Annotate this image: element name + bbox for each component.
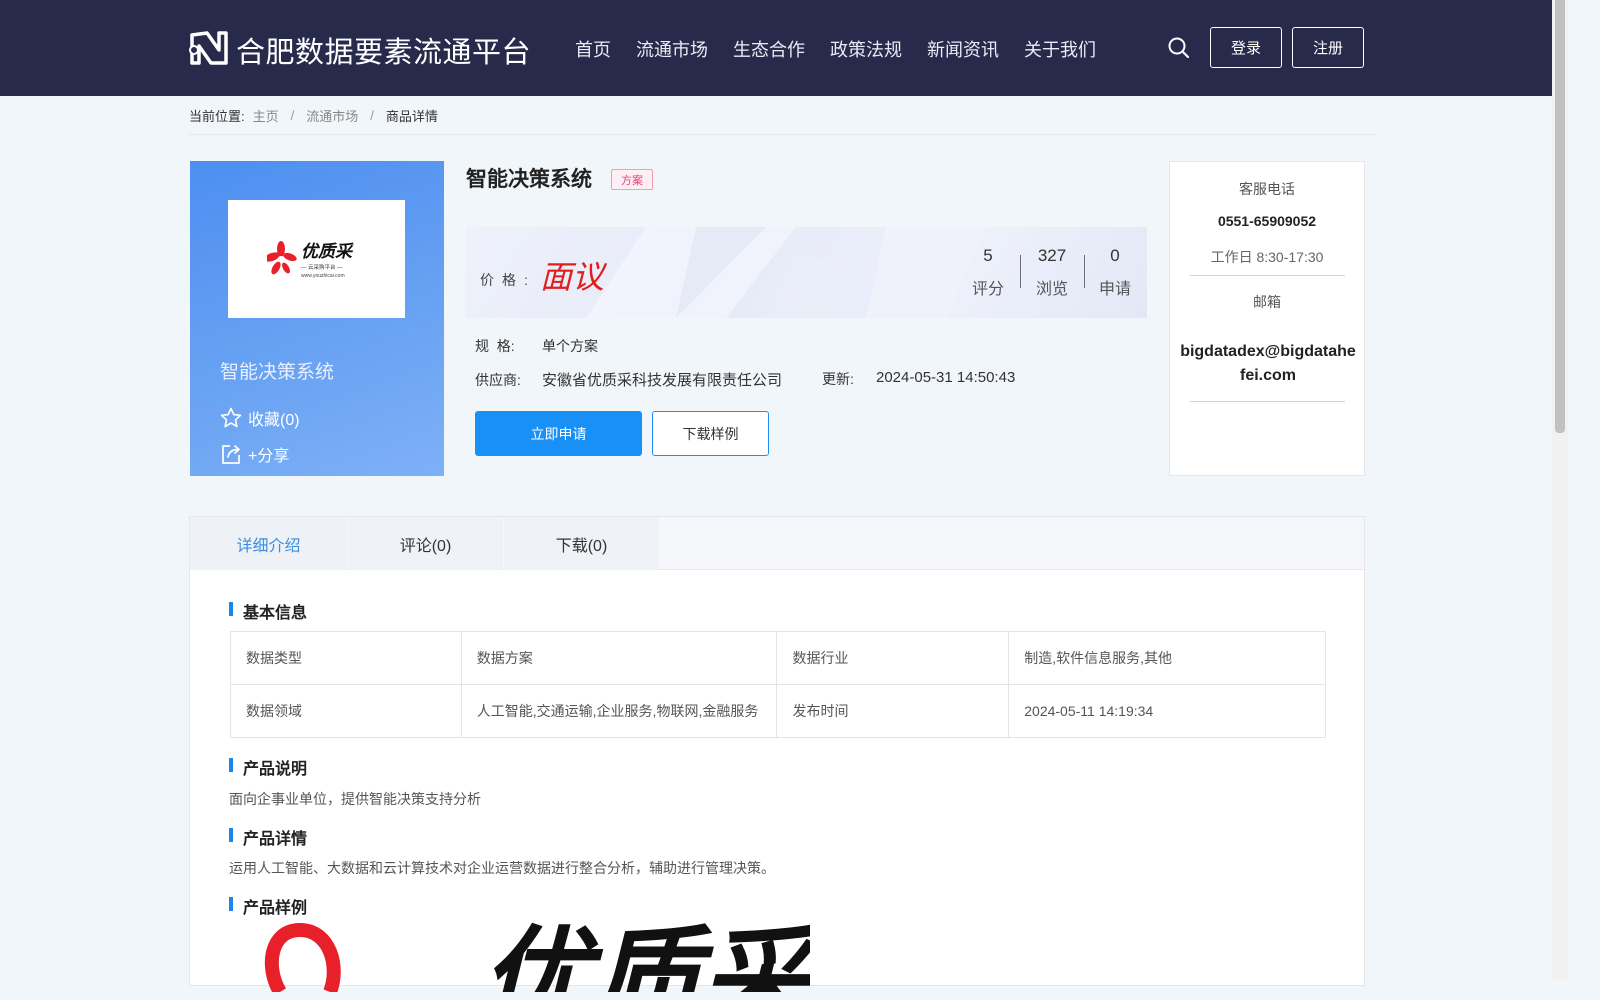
breadcrumb: 当前位置: 主页 / 流通市场 / 商品详情 bbox=[189, 106, 438, 125]
nav-ecosystem[interactable]: 生态合作 bbox=[733, 36, 805, 62]
breadcrumb-market[interactable]: 流通市场 bbox=[306, 106, 358, 125]
share-label: +分享 bbox=[248, 448, 290, 465]
price-value: 面议 bbox=[540, 258, 605, 296]
contact-divider bbox=[1190, 401, 1345, 402]
tab-comments[interactable]: 评论(0) bbox=[348, 517, 503, 570]
section-title-basic-info: 基本信息 bbox=[229, 599, 307, 623]
table-cell: 数据行业 bbox=[776, 631, 1010, 685]
sample-logo-icon: 优质采 bbox=[264, 922, 810, 992]
detail-tabs: 详细介绍 评论(0) 下载(0) bbox=[190, 517, 1364, 570]
supplier-label: 供应商: bbox=[475, 372, 521, 388]
page-scrollbar[interactable] bbox=[1552, 0, 1568, 980]
table-cell: 发布时间 bbox=[776, 684, 1010, 738]
details-text: 运用人工智能、大数据和云计算技术对企业运营数据进行整合分析，辅助进行管理决策。 bbox=[229, 860, 775, 876]
email-address: bigdatadex@bigdatahefei.com bbox=[1180, 343, 1356, 384]
product-card: 优质采 — 云采购平台 — www.youzhicai.com 智能决策系统 收… bbox=[190, 161, 444, 476]
breadcrumb-separator: / bbox=[370, 108, 374, 123]
product-type-badge: 方案 bbox=[611, 169, 653, 190]
spec-label: 规 格: bbox=[475, 338, 515, 354]
supplier-row: 供应商: 安徽省优质采科技发展有限责任公司 bbox=[475, 369, 782, 390]
scrollbar-thumb[interactable] bbox=[1555, 0, 1565, 433]
stat-applications-label: 申请 bbox=[1098, 281, 1131, 298]
email-label: 邮箱 bbox=[1253, 294, 1281, 310]
breadcrumb-label: 当前位置: bbox=[189, 109, 245, 124]
product-logo: 优质采 — 云采购平台 — www.youzhicai.com bbox=[228, 200, 405, 318]
search-icon[interactable] bbox=[1167, 36, 1191, 60]
breadcrumb-current: 商品详情 bbox=[385, 109, 438, 124]
section-title-sample: 产品样例 bbox=[229, 894, 307, 918]
table-cell: 数据方案 bbox=[460, 631, 778, 685]
stat-applications-value: 0 bbox=[1110, 246, 1120, 265]
main-nav: 首页 流通市场 生态合作 政策法规 新闻资讯 关于我们 bbox=[575, 36, 1121, 62]
favorite-button[interactable]: 收藏(0) bbox=[219, 406, 300, 430]
contact-panel: 客服电话 0551-65909052 工作日 8:30-17:30 邮箱 big… bbox=[1169, 161, 1365, 476]
phone-label: 客服电话 bbox=[1239, 181, 1295, 197]
nav-about[interactable]: 关于我们 bbox=[1024, 36, 1096, 62]
table-cell: 数据类型 bbox=[230, 631, 462, 685]
stat-views: 327 浏览 bbox=[1021, 246, 1083, 299]
description-text: 面向企事业单位，提供智能决策支持分析 bbox=[229, 791, 481, 807]
supplier-value[interactable]: 安徽省优质采科技发展有限责任公司 bbox=[542, 372, 782, 389]
table-cell: 2024-05-11 14:19:34 bbox=[1008, 684, 1326, 738]
favorite-label: 收藏(0) bbox=[248, 412, 300, 429]
price-panel: 价格: 面议 5 评分 327 浏览 0 申请 bbox=[466, 227, 1147, 318]
breadcrumb-home[interactable]: 主页 bbox=[253, 106, 279, 125]
star-icon bbox=[220, 407, 242, 428]
stat-rating-label: 评分 bbox=[971, 281, 1004, 298]
section-title-details: 产品详情 bbox=[229, 825, 307, 849]
tab-introduction[interactable]: 详细介绍 bbox=[190, 517, 347, 570]
product-sample-image[interactable]: 优质采 bbox=[250, 922, 810, 992]
stat-views-value: 327 bbox=[1037, 246, 1067, 265]
stat-rating-value: 5 bbox=[983, 246, 993, 265]
apply-now-button[interactable]: 立即申请 bbox=[475, 411, 642, 456]
table-cell: 人工智能,交通运输,企业服务,物联网,金融服务 bbox=[460, 684, 778, 738]
site-logo-icon[interactable] bbox=[189, 29, 229, 67]
vendor-logo-icon: 优质采 — 云采购平台 — www.youzhicai.com bbox=[266, 241, 354, 279]
stat-rating: 5 评分 bbox=[957, 246, 1019, 299]
breadcrumb-divider bbox=[189, 134, 1376, 135]
detail-section: 详细介绍 评论(0) 下载(0) 基本信息 数据类型 数据方案 数据行业 制造,… bbox=[189, 516, 1365, 992]
spec-value: 单个方案 bbox=[542, 338, 598, 354]
nav-policy[interactable]: 政策法规 bbox=[830, 36, 902, 62]
spec-row: 规 格: 单个方案 bbox=[475, 336, 598, 356]
table-row: 数据类型 数据方案 数据行业 制造,软件信息服务,其他 bbox=[230, 631, 1326, 685]
price-label: 价格: bbox=[480, 272, 536, 288]
section-title-description: 产品说明 bbox=[229, 755, 307, 779]
nav-news[interactable]: 新闻资讯 bbox=[927, 36, 999, 62]
basic-info-table: 数据类型 数据方案 数据行业 制造,软件信息服务,其他 数据领域 人工智能,交通… bbox=[230, 631, 1326, 738]
breadcrumb-separator: / bbox=[290, 108, 295, 123]
contact-divider bbox=[1190, 275, 1345, 276]
vendor-logo-brand: 优质采 bbox=[301, 242, 354, 262]
product-title: 智能决策系统 bbox=[466, 168, 592, 191]
product-card-name: 智能决策系统 bbox=[220, 361, 335, 383]
phone-number: 0551-65909052 bbox=[1217, 213, 1317, 229]
table-cell: 数据领域 bbox=[230, 684, 462, 738]
update-label: 更新: bbox=[822, 371, 854, 387]
site-title[interactable]: 合肥数据要素流通平台 bbox=[236, 29, 531, 71]
nav-market[interactable]: 流通市场 bbox=[636, 36, 708, 62]
login-button[interactable]: 登录 bbox=[1210, 27, 1282, 68]
share-icon bbox=[222, 445, 240, 464]
register-button[interactable]: 注册 bbox=[1292, 27, 1364, 68]
top-header: 合肥数据要素流通平台 首页 流通市场 生态合作 政策法规 新闻资讯 关于我们 登… bbox=[0, 0, 1552, 96]
table-row: 数据领域 人工智能,交通运输,企业服务,物联网,金融服务 发布时间 2024-0… bbox=[230, 684, 1326, 738]
share-button[interactable]: +分享 bbox=[219, 442, 289, 466]
service-hours: 工作日 8:30-17:30 bbox=[1210, 249, 1324, 265]
vendor-logo-url: www.youzhicai.com bbox=[301, 273, 345, 279]
vendor-logo-sub: — 云采购平台 — bbox=[301, 263, 343, 271]
table-cell: 制造,软件信息服务,其他 bbox=[1008, 631, 1326, 685]
tab-downloads[interactable]: 下载(0) bbox=[504, 517, 659, 570]
download-sample-button[interactable]: 下载样例 bbox=[652, 411, 769, 456]
nav-home[interactable]: 首页 bbox=[575, 36, 611, 62]
sample-logo-brand: 优质采 bbox=[480, 922, 810, 992]
stat-views-label: 浏览 bbox=[1035, 281, 1068, 298]
update-value: 2024-05-31 14:50:43 bbox=[876, 369, 1016, 386]
stat-applications: 0 申请 bbox=[1084, 246, 1146, 299]
